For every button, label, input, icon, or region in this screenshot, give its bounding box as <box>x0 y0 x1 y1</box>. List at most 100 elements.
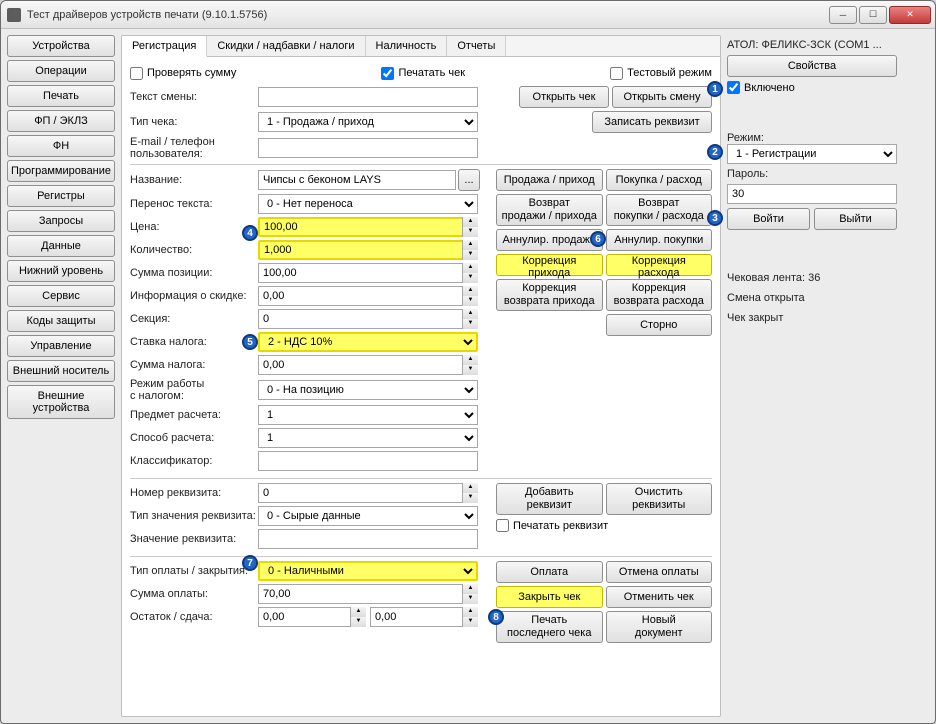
password-label: Пароль: <box>727 168 897 180</box>
annul-buy-button[interactable]: Аннулир. покупки <box>606 229 713 251</box>
tab-registration[interactable]: Регистрация <box>122 36 207 57</box>
close-button[interactable]: ✕ <box>889 6 931 24</box>
correction-income-button[interactable]: Коррекция прихода <box>496 254 603 276</box>
email-phone-input[interactable] <box>258 138 478 158</box>
req-val-label: Значение реквизита: <box>130 533 258 545</box>
price-input[interactable] <box>258 217 478 237</box>
marker-7: 7 <box>242 555 258 571</box>
section-input[interactable] <box>258 309 478 329</box>
text-wrap-label: Перенос текста: <box>130 198 258 210</box>
sidebar-data[interactable]: Данные <box>7 235 115 257</box>
annul-sale-button[interactable]: Аннулир. продажи <box>496 229 603 251</box>
right-panel: АТОЛ: ФЕЛИКС-ЗСК (COM1 ... Свойства Вклю… <box>727 35 897 717</box>
req-val-type-select[interactable]: 0 - Сырые данные <box>258 506 478 526</box>
sidebar-fn[interactable]: ФН <box>7 135 115 157</box>
marker-2: 2 <box>707 144 723 160</box>
correction-return-income-button[interactable]: Коррекция возврата прихода <box>496 279 603 311</box>
pay-sum-input[interactable] <box>258 584 478 604</box>
price-spinner[interactable]: ▲▼ <box>462 217 478 237</box>
remainder2-spinner[interactable]: ▲▼ <box>462 607 478 627</box>
check-type-select[interactable]: 1 - Продажа / приход <box>258 112 478 132</box>
sidebar-service[interactable]: Сервис <box>7 285 115 307</box>
qty-input[interactable] <box>258 240 478 260</box>
password-input[interactable] <box>727 184 897 204</box>
tax-rate-label: Ставка налога: <box>130 336 258 348</box>
req-num-spinner[interactable]: ▲▼ <box>462 483 478 503</box>
tax-rate-select[interactable]: 2 - НДС 10% <box>258 332 478 352</box>
cancel-payment-button[interactable]: Отмена оплаты <box>606 561 713 583</box>
remainder1-spinner[interactable]: ▲▼ <box>350 607 366 627</box>
sale-income-button[interactable]: Продажа / приход <box>496 169 603 191</box>
calc-subject-select[interactable]: 1 <box>258 405 478 425</box>
remainder-label: Остаток / сдача: <box>130 611 258 623</box>
name-input[interactable] <box>258 170 456 190</box>
pay-sum-spinner[interactable]: ▲▼ <box>462 584 478 604</box>
print-last-check-button[interactable]: Печать последнего чека <box>496 611 603 643</box>
sidebar-print[interactable]: Печать <box>7 85 115 107</box>
titlebar: Тест драйверов устройств печати (9.10.1.… <box>1 1 935 29</box>
price-label: Цена: <box>130 221 258 233</box>
print-requisite-checkbox[interactable]: Печатать реквизит <box>496 519 712 532</box>
add-requisite-button[interactable]: Добавить реквизит <box>496 483 603 515</box>
properties-button[interactable]: Свойства <box>727 55 897 77</box>
tax-mode-select[interactable]: 0 - На позицию <box>258 380 478 400</box>
discount-info-input[interactable] <box>258 286 478 306</box>
sidebar-registers[interactable]: Регистры <box>7 185 115 207</box>
test-mode-checkbox[interactable]: Тестовый режим <box>610 67 712 80</box>
sidebar-devices[interactable]: Устройства <box>7 35 115 57</box>
qty-spinner[interactable]: ▲▼ <box>462 240 478 260</box>
pay-close-type-select[interactable]: 0 - Наличными <box>258 561 478 581</box>
maximize-button[interactable]: ☐ <box>859 6 887 24</box>
calc-method-select[interactable]: 1 <box>258 428 478 448</box>
req-num-input[interactable] <box>258 483 478 503</box>
sidebar-codes[interactable]: Коды защиты <box>7 310 115 332</box>
name-browse-button[interactable]: ... <box>458 169 480 191</box>
text-wrap-select[interactable]: 0 - Нет переноса <box>258 194 478 214</box>
clear-requisites-button[interactable]: Очистить реквизиты <box>606 483 713 515</box>
sidebar-control[interactable]: Управление <box>7 335 115 357</box>
sidebar-fp-eklz[interactable]: ФП / ЭКЛЗ <box>7 110 115 132</box>
sidebar-operations[interactable]: Операции <box>7 60 115 82</box>
calc-subject-label: Предмет расчета: <box>130 409 258 421</box>
enabled-checkbox[interactable]: Включено 1 <box>727 81 897 94</box>
minimize-button[interactable]: ─ <box>829 6 857 24</box>
position-sum-input[interactable] <box>258 263 478 283</box>
correction-expense-button[interactable]: Коррекция расхода <box>606 254 713 276</box>
shift-text-input[interactable] <box>258 87 478 107</box>
tab-reports[interactable]: Отчеты <box>447 36 506 56</box>
req-val-input[interactable] <box>258 529 478 549</box>
tab-discounts[interactable]: Скидки / надбавки / налоги <box>207 36 365 56</box>
section-spinner[interactable]: ▲▼ <box>462 309 478 329</box>
write-requisite-button[interactable]: Записать реквизит <box>592 111 712 133</box>
login-button[interactable]: Войти <box>727 208 810 230</box>
storno-button[interactable]: Сторно <box>606 314 713 336</box>
marker-5: 5 <box>242 334 258 350</box>
tax-sum-spinner[interactable]: ▲▼ <box>462 355 478 375</box>
sidebar-external-media[interactable]: Внешний носитель <box>7 360 115 382</box>
verify-sum-checkbox[interactable]: Проверять сумму <box>130 67 236 80</box>
tab-cash[interactable]: Наличность <box>366 36 448 56</box>
buy-expense-button[interactable]: Покупка / расход <box>606 169 713 191</box>
device-name: АТОЛ: ФЕЛИКС-ЗСК (COM1 ... <box>727 39 897 51</box>
logout-button[interactable]: Выйти <box>814 208 897 230</box>
new-document-button[interactable]: Новый документ <box>606 611 713 643</box>
print-check-checkbox[interactable]: Печатать чек <box>381 67 465 80</box>
sidebar-programming[interactable]: Программирование <box>7 160 115 182</box>
tax-sum-input[interactable] <box>258 355 478 375</box>
mode-label: Режим: <box>727 132 897 144</box>
correction-return-expense-button[interactable]: Коррекция возврата расхода <box>606 279 713 311</box>
position-sum-spinner[interactable]: ▲▼ <box>462 263 478 283</box>
payment-button[interactable]: Оплата <box>496 561 603 583</box>
discount-info-spinner[interactable]: ▲▼ <box>462 286 478 306</box>
close-check-button[interactable]: Закрыть чек <box>496 586 603 608</box>
sidebar-requests[interactable]: Запросы <box>7 210 115 232</box>
mode-select[interactable]: 1 - Регистрации <box>727 144 897 164</box>
sidebar-external-devices[interactable]: Внешние устройства <box>7 385 115 419</box>
open-check-button[interactable]: Открыть чек <box>519 86 609 108</box>
return-buy-button[interactable]: Возврат покупки / расхода <box>606 194 713 226</box>
open-shift-button[interactable]: Открыть смену <box>612 86 712 108</box>
cancel-check-button[interactable]: Отменить чек <box>606 586 713 608</box>
classifier-input[interactable] <box>258 451 478 471</box>
return-sale-button[interactable]: Возврат продажи / прихода <box>496 194 603 226</box>
sidebar-low-level[interactable]: Нижний уровень <box>7 260 115 282</box>
